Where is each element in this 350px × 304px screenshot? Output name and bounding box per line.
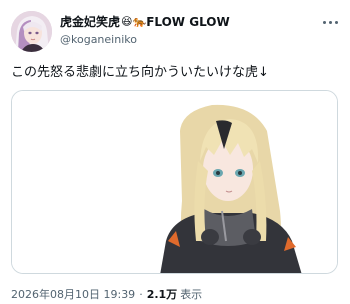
more-horizontal-icon [322,20,326,24]
tweet-media-image[interactable] [11,90,338,274]
avatar-image [11,11,52,52]
views-label: 表示 [180,288,203,301]
more-button[interactable] [318,12,342,32]
views-count: 2.1万 [146,288,178,301]
meta-separator: · [139,287,143,301]
tweet-card: 虎金妃笑虎 😆🐅 FLOW GLOW @koganeiniko この先怒る悲劇に… [0,0,350,304]
display-name-suffix[interactable]: FLOW GLOW [146,15,230,29]
timestamp[interactable]: 2026年08月10日 19:39 [11,286,135,302]
name-emoji: 😆🐅 [121,15,147,28]
character-illustration [12,91,337,273]
tweet-text: この先怒る悲劇に立ち向かういたいけな虎↓ [11,65,269,80]
display-name[interactable]: 虎金妃笑虎 [60,13,120,30]
author-handle[interactable]: @koganeiniko [60,33,137,46]
author-name-row[interactable]: 虎金妃笑虎 😆🐅 FLOW GLOW [60,13,230,30]
tweet-meta: 2026年08月10日 19:39 · 2.1万 表示 [11,286,202,302]
avatar[interactable] [11,11,52,52]
